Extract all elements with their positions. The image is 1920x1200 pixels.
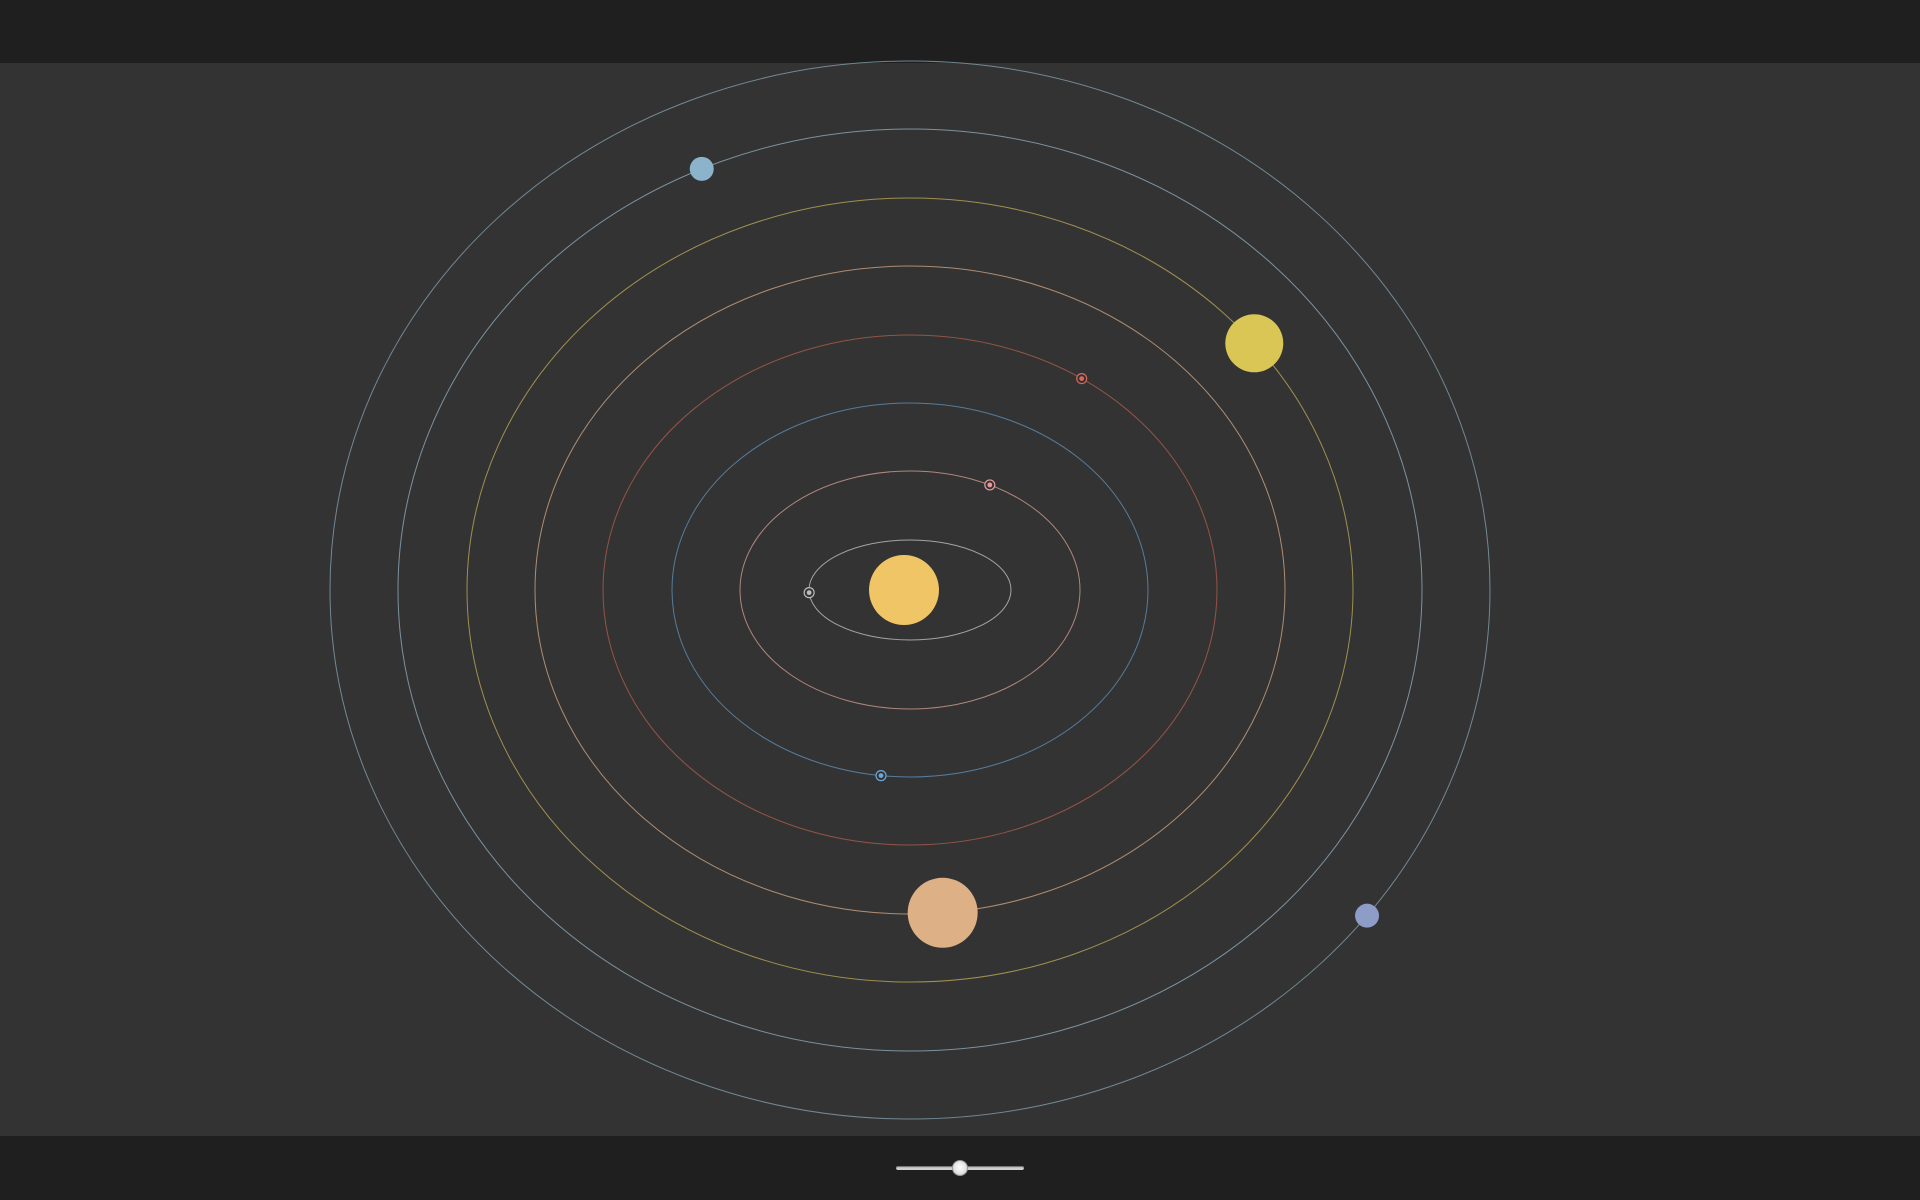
planet-layer xyxy=(689,156,1380,948)
jupiter-planet[interactable] xyxy=(907,877,978,948)
neptune-planet[interactable] xyxy=(1355,903,1380,928)
mars-planet[interactable] xyxy=(1076,372,1088,385)
uranus-planet[interactable] xyxy=(689,156,714,181)
sun[interactable] xyxy=(869,555,939,625)
speed-slider[interactable] xyxy=(896,1160,1024,1176)
saturn-planet[interactable] xyxy=(1225,314,1284,373)
mercury-planet[interactable] xyxy=(803,587,815,599)
venus-planet[interactable] xyxy=(984,479,996,491)
solar-system-orrery xyxy=(329,60,1491,1120)
speed-slider-thumb[interactable] xyxy=(952,1160,968,1176)
earth-planet[interactable] xyxy=(875,770,887,782)
